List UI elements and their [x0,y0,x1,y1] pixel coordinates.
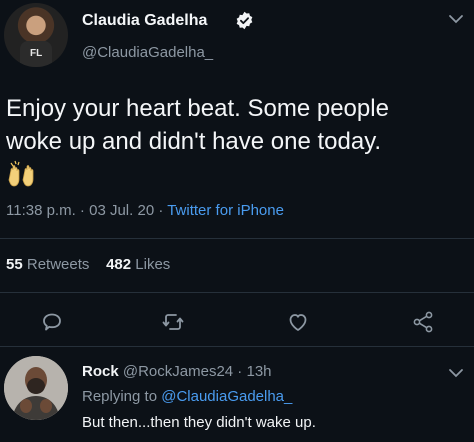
reply-display-name[interactable]: Rock [82,363,119,380]
retweets-stat[interactable]: 55 Retweets [6,256,89,273]
meta-separator: · [233,363,247,380]
tweet-text-line: Enjoy your heart beat. Some people [6,95,389,122]
reply-handle[interactable]: @RockJames24 [123,363,233,380]
author-display-name[interactable]: Claudia Gadelha [82,12,207,30]
divider [0,346,474,347]
reply-header: Rock @RockJames24 · 13h [82,363,272,380]
author-handle[interactable]: @ClaudiaGadelha_ [82,44,213,61]
meta-separator: · [154,202,168,219]
tweet-meta: 11:38 p.m. · 03 Jul. 20 · Twitter for iP… [6,202,284,219]
avatar-shirt-text: FL [30,48,43,59]
replying-to-handle[interactable]: @ClaudiaGadelha_ [161,388,292,405]
raised-hands-emoji-icon [8,160,34,187]
meta-separator: · [75,202,90,219]
divider [0,292,474,293]
tweet-stats: 55 Retweets 482 Likes [6,256,170,273]
share-icon[interactable] [411,310,435,334]
avatar-photo [4,356,68,420]
verified-badge-icon [236,11,253,30]
reply-author-avatar[interactable] [4,356,68,420]
likes-stat[interactable]: 482 Likes [106,256,170,273]
tweet-text-line: woke up and didn't have one today. [6,128,382,155]
chevron-down-icon[interactable] [448,368,464,378]
author-avatar[interactable]: FL [4,3,68,67]
retweet-icon[interactable] [161,310,185,334]
chevron-down-icon[interactable] [448,14,464,24]
replying-to: Replying to @ClaudiaGadelha_ [82,388,292,405]
divider [0,238,474,239]
reply-icon[interactable] [40,310,64,334]
tweet-client-link[interactable]: Twitter for iPhone [167,202,284,219]
reply-age: 13h [246,363,272,380]
reply-text: But then...then they didn't wake up. [82,414,316,431]
replying-to-prefix: Replying to [82,388,162,405]
tweet-date: 03 Jul. 20 [89,202,155,219]
tweet-time: 11:38 p.m. [6,202,76,219]
like-icon[interactable] [286,310,310,334]
tweet-text: Enjoy your heart beat. Some people woke … [6,92,466,158]
